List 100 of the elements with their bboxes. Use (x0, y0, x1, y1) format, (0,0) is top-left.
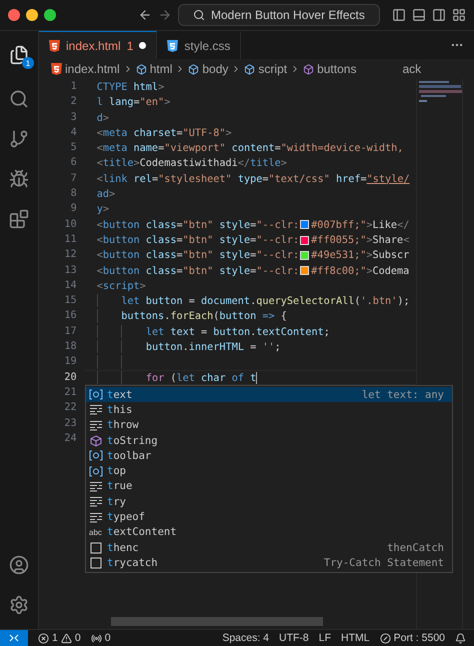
explorer-badge: 1 (22, 57, 34, 69)
extensions-icon[interactable] (9, 209, 29, 229)
keyword-icon (89, 496, 103, 508)
line-number: 13 (64, 264, 77, 278)
variable-icon (89, 466, 103, 477)
panel-left-icon[interactable] (392, 8, 406, 22)
error-icon (38, 632, 49, 644)
line-number: 23 (64, 416, 77, 431)
line-number: 8 (70, 187, 77, 202)
code-line: <meta name="viewport" content="width=device-width, (96, 142, 404, 156)
suggestion-item[interactable]: this (86, 402, 452, 418)
suggestion-item[interactable]: toolbar (86, 448, 452, 464)
editor-tab[interactable]: index.html 1 (39, 31, 158, 59)
breadcrumb-item[interactable]: index.html (51, 62, 120, 76)
zoom-button[interactable] (44, 9, 56, 21)
forward-icon[interactable] (158, 8, 172, 22)
remote-button[interactable] (0, 630, 28, 646)
panel-bottom-icon[interactable] (412, 8, 426, 22)
warning-icon (60, 632, 72, 644)
account-icon[interactable] (9, 555, 29, 575)
code-line: d> (96, 112, 110, 125)
line-number: 15 (64, 294, 77, 308)
suggestion-item[interactable]: typeof (86, 509, 452, 525)
search-icon (193, 9, 205, 21)
keyword-icon (89, 480, 103, 492)
line-number: 7 (70, 172, 77, 186)
code-line: <script> (96, 280, 147, 294)
minimize-button[interactable] (26, 9, 38, 21)
code-line: l lang="en"> (96, 96, 172, 110)
horizontal-scrollbar[interactable] (111, 617, 323, 626)
line-number: 12 (64, 248, 77, 262)
line-number: 10 (64, 218, 77, 232)
variable-icon (89, 389, 103, 400)
breadcrumb-item[interactable]: body (188, 62, 228, 76)
line-number: 19 (64, 355, 77, 370)
slash-circle-icon (380, 632, 391, 644)
code-line: <button class="btn" style="--clr: #ff0055;">Share< (96, 234, 410, 248)
back-icon[interactable] (138, 8, 152, 22)
variable-icon (89, 450, 103, 462)
language-status[interactable]: HTML (341, 632, 370, 644)
code-line: <button class="btn" style="--clr: #49e531;">Subscr (96, 249, 410, 263)
settings-icon[interactable] (9, 595, 29, 615)
source-control-icon[interactable] (9, 129, 29, 149)
html-file-icon (51, 63, 62, 75)
keyword-icon (89, 512, 103, 523)
panel-right-icon[interactable] (432, 8, 446, 22)
breadcrumb-item[interactable]: buttons (303, 62, 356, 76)
line-number: 5 (70, 141, 77, 156)
line-number: 4 (70, 126, 77, 140)
line-number: 6 (70, 156, 77, 170)
indentation-status[interactable]: Spaces: 4 (222, 632, 270, 644)
line-number: 1 (70, 80, 77, 94)
snippet-icon (89, 556, 103, 569)
suggestion-item[interactable]: try (86, 494, 452, 510)
live-server-status[interactable]: Port : 5500 (380, 632, 445, 644)
code-line: CTYPE html> (96, 81, 166, 94)
line-number: 9 (70, 202, 77, 216)
cube-icon (136, 64, 147, 74)
breadcrumb-item[interactable]: html (136, 62, 172, 76)
cube-icon (89, 434, 103, 447)
cube-icon (188, 64, 200, 74)
code-line: <title>Codemastiwithadi</title> (96, 157, 288, 171)
suggestion-item[interactable]: true (86, 478, 452, 494)
code-line: <button class="btn" style="--clr: #007bff;">Like</ (96, 218, 410, 232)
line-number: 3 (70, 110, 77, 125)
notifications-icon[interactable] (455, 632, 466, 644)
css-file-icon (167, 40, 178, 52)
code-line: ad> (96, 188, 116, 202)
cube-icon (303, 64, 314, 74)
antenna-icon (90, 632, 102, 644)
text-icon: abc (89, 528, 103, 537)
line-number: 2 (70, 95, 77, 110)
line-number: 20 (64, 370, 77, 385)
encoding-status[interactable]: UTF-8 (279, 632, 309, 644)
suggestion-item[interactable]: thenc thenCatch (86, 540, 452, 556)
close-button[interactable] (8, 9, 20, 21)
keyword-icon (89, 404, 103, 416)
line-number: 18 (64, 340, 77, 354)
breadcrumb-item[interactable]: ack (402, 62, 422, 76)
line-number: 24 (64, 432, 77, 446)
remote-icon (9, 633, 19, 643)
eol-status[interactable]: LF (318, 632, 332, 644)
html-file-icon (49, 40, 60, 52)
suggestion-item[interactable]: top (86, 463, 452, 479)
suggestion-item[interactable]: toString (86, 432, 452, 448)
layout-icon[interactable] (452, 8, 466, 22)
suggestion-item[interactable]: text let text: any (86, 387, 452, 402)
ports-status[interactable]: 0 (90, 632, 111, 644)
problems-status[interactable]: 1 0 (38, 632, 81, 644)
line-number: 22 (64, 401, 77, 416)
code-line: y> (96, 203, 110, 217)
line-number: 16 (64, 309, 77, 324)
bug-icon[interactable] (9, 169, 29, 189)
command-center-search[interactable]: Modern Button Hover Effects (178, 4, 380, 26)
search-icon[interactable] (9, 89, 29, 109)
suggestion-item[interactable]: abc textContent (86, 524, 452, 540)
breadcrumb-item[interactable]: script (244, 62, 288, 76)
keyword-icon (89, 420, 103, 431)
suggestion-item[interactable]: trycatch Try-Catch Statement (86, 555, 452, 571)
suggestion-item[interactable]: throw (86, 418, 452, 433)
